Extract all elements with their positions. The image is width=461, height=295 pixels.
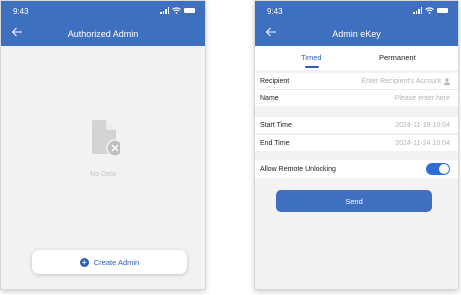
create-admin-label: Create Admin <box>93 257 140 267</box>
empty-document-icon <box>92 120 120 156</box>
status-time: 9:43 <box>267 7 283 16</box>
name-input[interactable]: Please enter here <box>395 95 450 102</box>
tab-timed[interactable]: Timed <box>301 53 322 62</box>
name-row[interactable]: Name Please enter here <box>255 90 458 106</box>
remote-unlock-label: Allow Remote Unlocking <box>260 165 336 173</box>
plus-circle-icon: + <box>79 257 89 267</box>
empty-state-text: No Data <box>90 171 116 178</box>
recipient-placeholder: Enter Recipient's Account <box>361 77 441 85</box>
page-title: Admin eKey <box>332 29 381 39</box>
wifi-icon <box>172 7 181 14</box>
create-admin-button[interactable]: + Create Admin <box>32 250 187 274</box>
authorized-admin-screen: 9:43 Authorized Admin No Data + Create A… <box>1 1 205 289</box>
status-time: 9:43 <box>13 7 29 16</box>
signal-icon <box>413 7 422 14</box>
tab-bar: Timed Permanent <box>255 46 458 70</box>
header: 9:43 Authorized Admin <box>1 1 205 46</box>
divider <box>260 133 458 134</box>
admin-ekey-screen: 9:43 Admin eKey Timed Permanent Recipien… <box>255 1 458 289</box>
person-icon[interactable] <box>444 77 450 85</box>
end-time-row[interactable]: End Time 2024-11-24 10:04 <box>255 135 458 151</box>
active-tab-indicator <box>305 66 319 68</box>
remote-unlock-toggle[interactable] <box>426 163 450 175</box>
start-time-row[interactable]: Start Time 2024-11-19 10:04 <box>255 117 458 133</box>
battery-icon <box>184 8 195 13</box>
status-icons <box>413 7 448 14</box>
start-time-value[interactable]: 2024-11-19 10:04 <box>395 122 450 129</box>
name-label: Name <box>260 94 279 102</box>
page-title: Authorized Admin <box>67 29 139 39</box>
end-time-value[interactable]: 2024-11-24 10:04 <box>395 140 450 147</box>
header: 9:43 Admin eKey <box>255 1 458 46</box>
signal-icon <box>160 7 169 14</box>
recipient-row[interactable]: Recipient Enter Recipient's Account <box>255 73 458 89</box>
send-button[interactable]: Send <box>276 190 432 212</box>
start-time-label: Start Time <box>260 121 292 129</box>
tab-permanent[interactable]: Permanent <box>379 53 416 62</box>
recipient-input[interactable]: Enter Recipient's Account <box>361 78 450 85</box>
toggle-knob <box>439 164 449 174</box>
recipient-label: Recipient <box>260 77 290 85</box>
remote-unlock-row: Allow Remote Unlocking <box>255 160 458 178</box>
end-time-label: End Time <box>260 139 290 147</box>
status-icons <box>160 7 195 14</box>
wifi-icon <box>425 7 434 14</box>
battery-icon <box>437 8 448 13</box>
